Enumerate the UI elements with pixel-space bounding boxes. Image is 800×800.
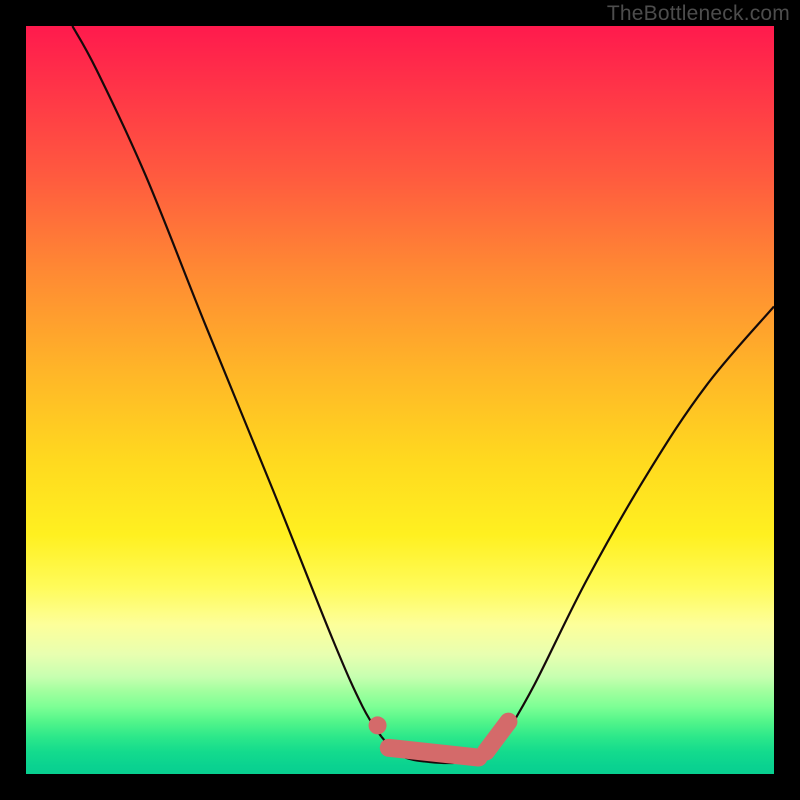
- curve-right-arm: [505, 307, 774, 737]
- trough-marker-dot: [369, 716, 387, 734]
- watermark-text: TheBottleneck.com: [607, 2, 790, 26]
- plot-area: [26, 26, 774, 774]
- outer-frame: TheBottleneck.com: [0, 0, 800, 800]
- bottleneck-curve: [72, 26, 774, 763]
- curve-layer: [26, 26, 774, 774]
- trough-marker-band: [389, 748, 479, 758]
- curve-left-arm: [72, 26, 381, 737]
- trough-marker-right: [486, 722, 508, 752]
- trough-markers: [369, 716, 509, 757]
